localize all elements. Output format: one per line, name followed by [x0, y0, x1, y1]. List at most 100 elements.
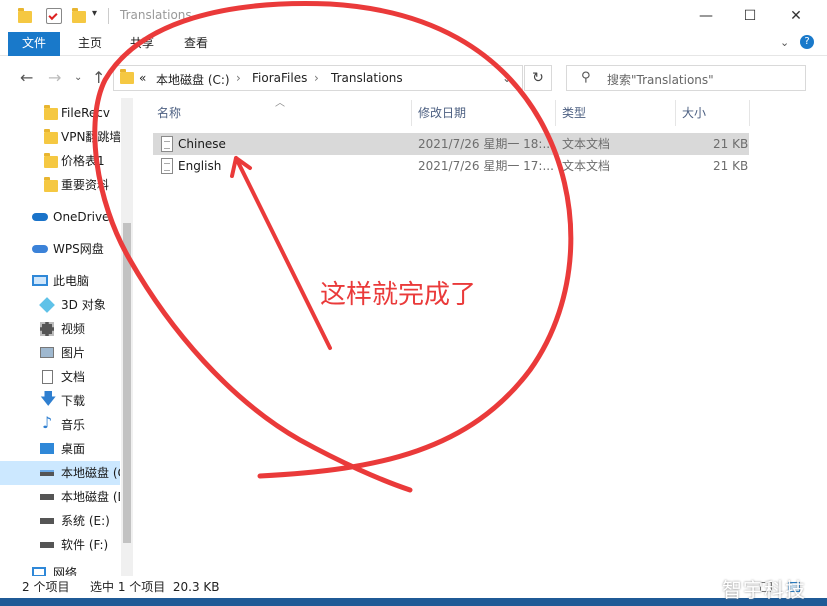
recent-locations-icon[interactable]: ⌄	[74, 72, 82, 83]
properties-icon[interactable]	[46, 8, 62, 24]
sidebar-item-videos[interactable]: 视频	[0, 317, 120, 341]
sidebar-item-documents[interactable]: 文档	[0, 365, 120, 389]
title-bar: ▾ Translations — ☐ ✕	[0, 0, 827, 32]
sidebar-item-wps[interactable]: WPS网盘	[0, 237, 120, 261]
breadcrumb-translations[interactable]: Translations	[331, 71, 403, 85]
new-folder-icon[interactable]	[72, 8, 86, 24]
tab-home[interactable]: 主页	[66, 32, 114, 56]
expand-ribbon-icon[interactable]: ⌄	[780, 36, 789, 49]
folder-icon	[44, 177, 58, 192]
sidebar-item-network[interactable]: 网络	[0, 561, 120, 576]
column-divider[interactable]	[749, 100, 750, 126]
sidebar-item-onedrive[interactable]: OneDrive	[0, 205, 120, 229]
drive-icon	[40, 494, 54, 500]
sort-ascending-icon: ︿	[275, 98, 285, 109]
minimize-button[interactable]: —	[686, 4, 726, 28]
search-placeholder: 搜索"Translations"	[607, 73, 714, 87]
breadcrumb-drive[interactable]: 本地磁盘 (C:)	[156, 71, 230, 88]
cloud-icon	[32, 213, 48, 221]
sidebar-item-label: 本地磁盘 (D:)	[61, 490, 120, 504]
search-icon: ⚲	[581, 70, 591, 85]
table-row[interactable]: English 2021/7/26 星期一 17:... 文本文档 21 KB	[153, 155, 749, 177]
sidebar-item-drive-d[interactable]: 本地磁盘 (D:)	[0, 485, 120, 509]
sidebar-item-filerecv[interactable]: FileRecv	[0, 101, 120, 125]
sidebar-item-this-pc[interactable]: 此电脑	[0, 269, 120, 293]
sidebar-scrollbar[interactable]	[121, 98, 133, 576]
title-divider	[108, 8, 109, 24]
sidebar-item-label: 网络	[53, 566, 78, 576]
file-size: 21 KB	[713, 159, 749, 173]
file-name: Chinese	[178, 137, 226, 151]
folder-icon	[120, 69, 134, 84]
sidebar-item-downloads[interactable]: 🡇 下载	[0, 389, 120, 413]
drive-icon	[40, 470, 54, 476]
file-list: ︿ 名称 修改日期 类型 大小 Chinese 2021/7/26 星期一 18…	[135, 98, 827, 576]
sidebar-item-important[interactable]: 重要资料	[0, 173, 120, 197]
sidebar-item-drive-c[interactable]: 本地磁盘 (C:)	[0, 461, 120, 485]
status-bar: 2 个项目 选中 1 个项目 20.3 KB	[0, 576, 827, 598]
sidebar-item-label: 图片	[61, 346, 86, 360]
sidebar-item-label: 系统 (E:)	[61, 514, 110, 528]
column-header-modified[interactable]: 修改日期	[418, 98, 466, 128]
close-button[interactable]: ✕	[776, 4, 816, 28]
sidebar-item-music[interactable]: ♪ 音乐	[0, 413, 120, 437]
up-button[interactable]: ↑	[92, 68, 105, 87]
sidebar-item-label: 桌面	[61, 442, 86, 456]
quick-access-dropdown-icon[interactable]: ▾	[92, 8, 97, 24]
sidebar-item-pictures[interactable]: 图片	[0, 341, 120, 365]
picture-icon	[40, 347, 54, 358]
column-header-type[interactable]: 类型	[562, 98, 586, 128]
address-bar[interactable]: « 本地磁盘 (C:) › FioraFiles › Translations …	[113, 65, 523, 91]
breadcrumb-separator-icon: ›	[236, 71, 241, 85]
sidebar-item-label: 软件 (F:)	[61, 538, 109, 552]
maximize-button[interactable]: ☐	[730, 4, 770, 28]
folder-icon	[44, 153, 58, 168]
sidebar-item-label: 价格表1	[61, 154, 105, 168]
sidebar-item-drive-e[interactable]: 系统 (E:)	[0, 509, 120, 533]
file-size: 21 KB	[713, 137, 749, 151]
folder-icon	[44, 129, 58, 144]
column-divider[interactable]	[411, 100, 412, 126]
forward-button[interactable]: →	[48, 68, 61, 87]
address-row: ← → ⌄ ↑ « 本地磁盘 (C:) › FioraFiles › Trans…	[0, 58, 827, 98]
text-file-icon	[161, 158, 173, 174]
column-header-size[interactable]: 大小	[682, 98, 706, 128]
address-dropdown-icon[interactable]: ⌄	[502, 71, 512, 85]
refresh-button[interactable]: ↻	[524, 65, 552, 91]
cube-icon	[39, 297, 55, 313]
tab-file[interactable]: 文件	[8, 32, 61, 56]
network-icon	[32, 567, 46, 576]
back-button[interactable]: ←	[20, 68, 33, 87]
file-type: 文本文档	[562, 137, 611, 151]
download-icon: 🡇	[40, 389, 57, 408]
file-name: English	[178, 159, 222, 173]
search-box[interactable]: ⚲ 搜索"Translations"	[566, 65, 806, 91]
table-row[interactable]: Chinese 2021/7/26 星期一 18:... 文本文档 21 KB	[153, 133, 749, 155]
computer-icon	[32, 275, 48, 286]
sidebar-item-desktop[interactable]: 桌面	[0, 437, 120, 461]
taskbar-edge	[0, 598, 827, 606]
folder-icon	[44, 105, 58, 120]
tab-view[interactable]: 查看	[172, 32, 220, 56]
sidebar-item-label: 此电脑	[53, 274, 90, 288]
sidebar-item-label: 视频	[61, 322, 86, 336]
tab-share[interactable]: 共享	[118, 32, 166, 56]
breadcrumb-overflow[interactable]: «	[139, 71, 146, 85]
sidebar-item-vpn[interactable]: VPN翻跳墙	[0, 125, 120, 149]
column-header-name[interactable]: 名称	[157, 98, 181, 128]
scrollbar-thumb[interactable]	[123, 223, 131, 543]
column-divider[interactable]	[555, 100, 556, 126]
file-type: 文本文档	[562, 159, 611, 173]
text-file-icon	[161, 136, 173, 152]
breadcrumb-fiorafiles[interactable]: FioraFiles	[252, 71, 307, 85]
drive-icon	[40, 518, 54, 524]
desktop-icon	[40, 443, 54, 454]
sidebar-item-3d-objects[interactable]: 3D 对象	[0, 293, 120, 317]
file-modified: 2021/7/26 星期一 17:...	[418, 159, 553, 173]
column-divider[interactable]	[675, 100, 676, 126]
sidebar-item-price-list[interactable]: 价格表1	[0, 149, 120, 173]
watermark: 智宇科技	[722, 578, 806, 602]
help-icon[interactable]: ?	[800, 35, 814, 49]
sidebar-item-drive-f[interactable]: 软件 (F:)	[0, 533, 120, 557]
annotation-text: 这样就完成了	[320, 280, 477, 310]
